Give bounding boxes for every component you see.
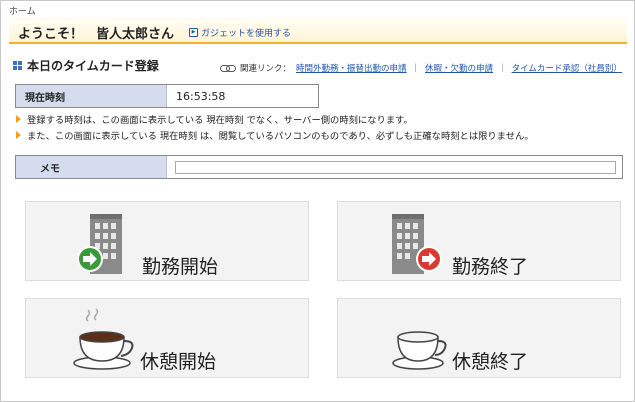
link-timecard-approval[interactable]: タイムカード承認（社員別） [512,62,622,74]
current-time-label: 現在時刻 [16,85,167,107]
link-leave-request[interactable]: 休暇・欠勤の申請 [425,62,493,74]
memo-input-wrap [167,156,622,178]
main-frame: ホーム ようこそ！ 皆人太郎さん ▶ ガジェットを使用する 本日のタイムカード登… [0,0,635,402]
section-title-text: 本日のタイムカード登録 [27,59,159,73]
work-end-button[interactable]: 勤務終了 [337,201,621,281]
bullet-triangle-icon [16,131,21,139]
break-start-label[interactable]: 休憩開始 [140,347,216,374]
break-end-label[interactable]: 休憩終了 [452,347,528,374]
related-links-label: 関連リンク： [240,64,292,74]
welcome-message: ようこそ！ 皆人太郎さん [18,27,175,42]
note-item: 登録する時刻は、この画面に表示している 現在時刻 でなく、サーバー側の時刻になり… [16,112,413,126]
building-arrow-red-icon [392,214,442,274]
welcome-bar: ようこそ！ 皆人太郎さん ▶ ガジェットを使用する [9,18,627,44]
note-item: また、この画面に表示している 現在時刻 は、閲覧しているパソコンのものであり、必… [16,128,534,142]
link-separator: ｜ [411,64,421,74]
gadget-link[interactable]: ▶ ガジェットを使用する [189,26,291,39]
break-end-button[interactable]: 休憩終了 [337,298,621,378]
memo-label: メモ [16,156,167,178]
memo-input[interactable] [175,160,616,174]
related-links: 関連リンク： 時間外勤務・振替出勤の申請 ｜ 休暇・欠勤の申請 ｜ タイムカード… [220,62,622,74]
grid-icon [13,61,22,70]
section-title: 本日のタイムカード登録 [13,57,159,74]
bullet-triangle-icon [16,115,21,123]
coffee-cup-steam-icon [73,308,134,370]
building-arrow-green-icon [77,214,122,274]
current-time-value: 16:53:58 [176,89,226,103]
work-start-button[interactable]: 勤務開始 [25,201,309,281]
work-start-label[interactable]: 勤務開始 [142,252,218,279]
link-separator: ｜ [498,64,507,74]
gadget-link-label[interactable]: ガジェットを使用する [201,26,291,39]
play-icon: ▶ [189,28,198,37]
work-end-label[interactable]: 勤務終了 [452,252,528,279]
current-time-box: 現在時刻 16:53:58 [15,84,319,108]
empty-cup-icon [392,331,447,370]
break-start-button[interactable]: 休憩開始 [25,298,309,378]
note-text: 登録する時刻は、この画面に表示している 現在時刻 でなく、サーバー側の時刻になり… [27,115,413,126]
link-chain-icon [220,64,236,72]
memo-row: メモ [15,155,623,179]
breadcrumb[interactable]: ホーム [9,4,36,17]
note-text: また、この画面に表示している 現在時刻 は、閲覧しているパソコンのものであり、必… [27,131,534,142]
link-overtime-request[interactable]: 時間外勤務・振替出勤の申請 [296,62,407,74]
